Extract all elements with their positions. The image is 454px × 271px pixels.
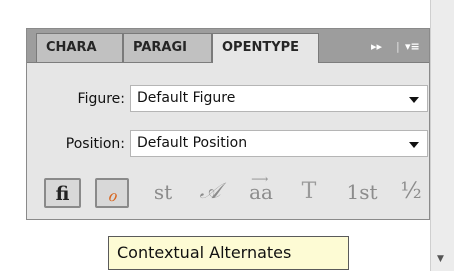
scroll-down-arrow-icon[interactable]: ▼ [437, 255, 446, 264]
tab-paragraph[interactable]: PARAGI [123, 33, 212, 62]
chevron-down-icon[interactable] [409, 142, 419, 148]
stylistic-alternates-button[interactable]: aa ⟶ [241, 173, 281, 208]
tab-paragraph-label: PARAGI [133, 40, 187, 55]
tab-opentype[interactable]: OPENTYPE [212, 33, 319, 63]
titling-alternates-icon: T [301, 179, 317, 204]
titling-alternates-button[interactable]: T [295, 178, 323, 208]
tab-character-label: CHARA [46, 40, 97, 55]
swash-icon: 𝒜 [199, 179, 221, 204]
panel-tab-bar: CHARA PARAGI OPENTYPE ▸▸ | ▾≡ [27, 29, 429, 63]
fractions-button[interactable]: ½ [397, 178, 425, 208]
opentype-panel: CHARA PARAGI OPENTYPE ▸▸ | ▾≡ Figure: De… [26, 28, 430, 220]
tab-bar-controls: ▸▸ | ▾≡ [369, 33, 429, 61]
tooltip: Contextual Alternates [108, 236, 349, 270]
contextual-alternates-button[interactable]: ℴ [95, 178, 129, 208]
tab-opentype-label: OPENTYPE [222, 40, 300, 55]
scrollbar-track[interactable] [430, 0, 454, 271]
position-select-value: Default Position [137, 135, 248, 151]
swash-button[interactable]: 𝒜 [193, 178, 227, 208]
fractions-icon: ½ [400, 179, 422, 204]
ordinals-button[interactable]: 1st [340, 178, 384, 208]
figure-select[interactable]: Default Figure [130, 85, 428, 112]
standard-ligatures-button[interactable]: fi [44, 178, 81, 208]
ordinals-icon: 1st [346, 180, 378, 204]
divider: | [396, 40, 400, 53]
stylistic-alternates-icon: aa ⟶ [249, 173, 273, 206]
figure-select-value: Default Figure [137, 90, 236, 106]
standard-ligatures-icon: fi [55, 183, 70, 205]
chevron-down-icon[interactable] [409, 97, 419, 103]
overline-arrow-icon: ⟶ [251, 172, 269, 186]
contextual-alternates-icon: ℴ [107, 182, 117, 206]
position-select[interactable]: Default Position [130, 130, 428, 157]
tab-character[interactable]: CHARA [36, 33, 123, 62]
figure-label: Figure: [77, 91, 125, 107]
collapse-panel-icon[interactable]: ▸▸ [371, 33, 382, 61]
discretionary-ligatures-button[interactable]: st [147, 178, 179, 208]
position-label: Position: [65, 136, 125, 152]
panel-menu-icon[interactable]: ▾≡ [405, 33, 420, 61]
discretionary-ligatures-icon: st [153, 180, 173, 204]
tooltip-text: Contextual Alternates [117, 243, 292, 262]
